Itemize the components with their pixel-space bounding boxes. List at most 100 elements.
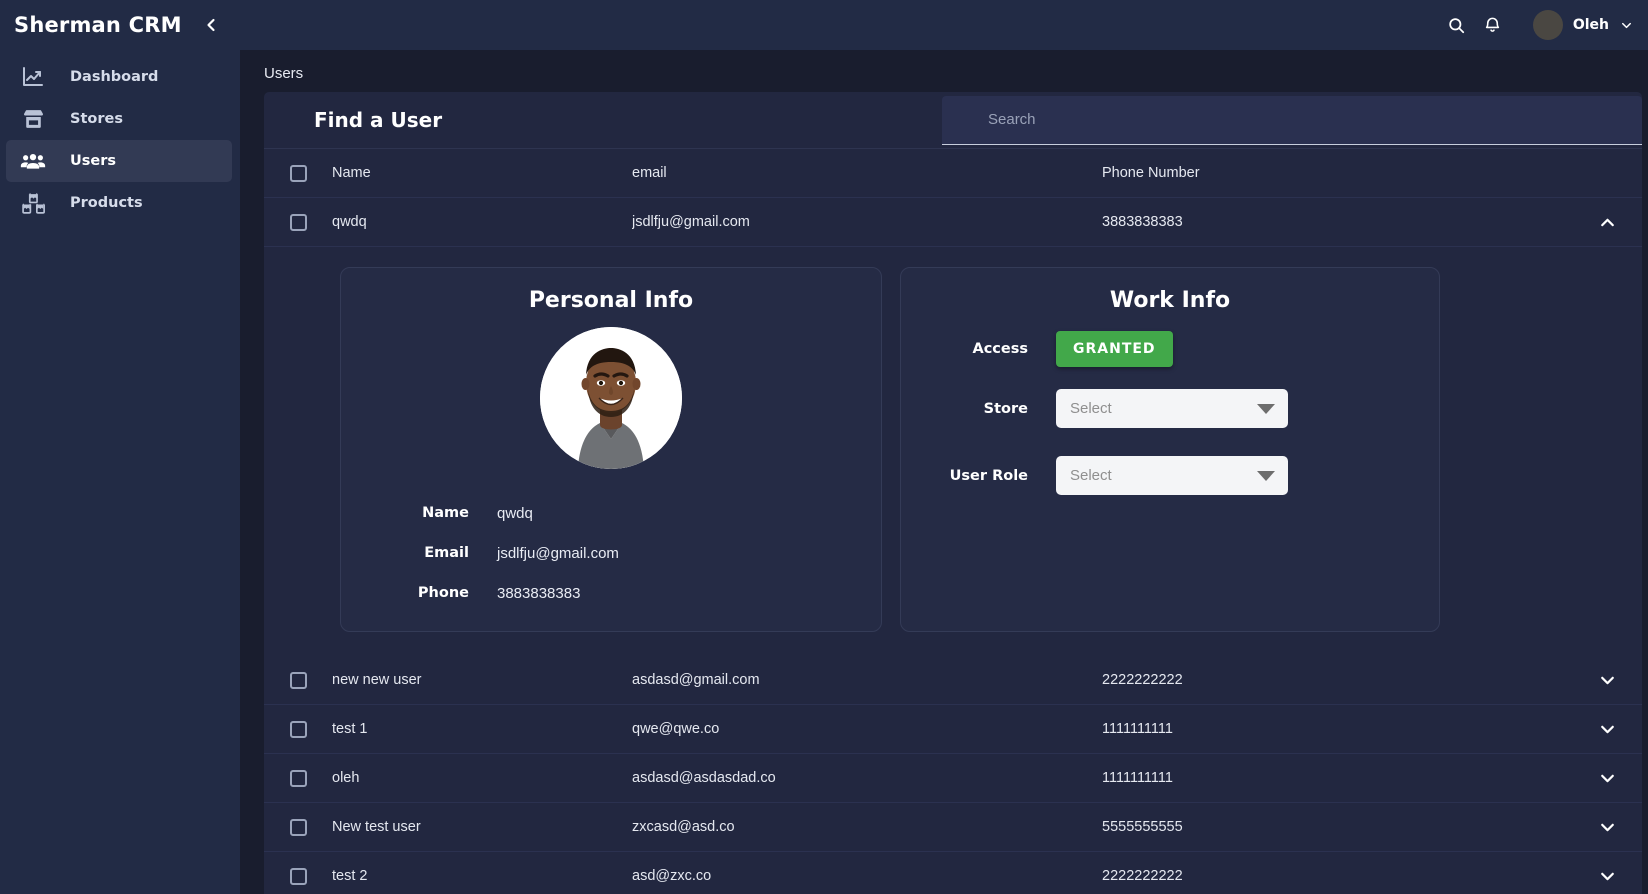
card-header: Find a User <box>264 92 1642 149</box>
user-photo-image <box>540 327 682 469</box>
store-label: Store <box>983 400 1028 417</box>
page-content: Users Find a User Name email Phone Numbe… <box>240 50 1648 894</box>
chevron-left-icon <box>207 18 215 32</box>
row-checkbox[interactable] <box>290 671 307 689</box>
sidebar-item-label: Dashboard <box>70 69 159 85</box>
user-photo <box>540 327 682 469</box>
sidebar-item-dashboard[interactable]: Dashboard <box>6 56 232 98</box>
topbar: Oleh <box>240 0 1648 50</box>
sidebar: Sherman CRM Dashboard Stores Users Produ… <box>0 0 240 894</box>
info-value: 3883838383 <box>497 584 581 602</box>
row-checkbox[interactable] <box>290 213 307 231</box>
access-label: Access <box>972 341 1028 357</box>
table-row[interactable]: new new user asdasd@gmail.com 2222222222 <box>264 656 1642 705</box>
cell-name: test 2 <box>332 868 368 884</box>
users-card: Find a User Name email Phone Number qwdq <box>264 92 1642 894</box>
row-checkbox[interactable] <box>290 720 307 738</box>
sidebar-collapse-button[interactable] <box>198 12 224 38</box>
work-row-access: Access GRANTED <box>901 331 1439 367</box>
chevron-down-icon <box>1257 403 1275 414</box>
cell-email: jsdlfju@gmail.com <box>632 214 750 230</box>
cell-name: new new user <box>332 672 422 688</box>
cell-name: test 1 <box>332 721 368 737</box>
info-value: jsdlfju@gmail.com <box>497 544 619 562</box>
cell-phone: 2222222222 <box>1102 868 1183 884</box>
boxes-icon <box>16 191 50 216</box>
main-area: Oleh Users Find a User Name <box>240 0 1648 894</box>
sidebar-item-label: Stores <box>70 111 123 127</box>
row-checkbox[interactable] <box>290 867 307 885</box>
info-row-name: Name qwdq <box>377 493 881 533</box>
cell-phone: 3883838383 <box>1102 214 1183 230</box>
access-status-badge[interactable]: GRANTED <box>1056 331 1173 367</box>
table-row[interactable]: test 2 asd@zxc.co 2222222222 <box>264 852 1642 894</box>
search-icon[interactable] <box>1439 7 1475 43</box>
table-row[interactable]: test 1 qwe@qwe.co 1111111111 <box>264 705 1642 754</box>
info-label: Phone <box>417 585 469 601</box>
bell-icon[interactable] <box>1475 7 1511 43</box>
cell-email: asd@zxc.co <box>632 868 712 884</box>
chevron-down-icon[interactable] <box>1596 718 1618 740</box>
avatar <box>1532 10 1563 40</box>
cell-name: oleh <box>332 770 360 786</box>
app-root: Sherman CRM Dashboard Stores Users Produ… <box>0 0 1648 894</box>
user-detail-panel: Personal Info Name qwdq Email jsdlfju@gm… <box>264 247 1642 656</box>
cell-email: qwe@qwe.co <box>632 721 720 737</box>
chevron-down-icon[interactable] <box>1596 767 1618 789</box>
sidebar-nav: Dashboard Stores Users Products <box>0 56 240 224</box>
store-select[interactable]: Select <box>1056 389 1288 428</box>
breadcrumb: Users <box>264 65 304 82</box>
personal-info-fields: Name qwdq Email jsdlfju@gmail.com Phone … <box>341 493 881 613</box>
cell-name: qwdq <box>332 214 367 230</box>
work-info-title: Work Info <box>1109 288 1231 313</box>
sidebar-header: Sherman CRM <box>0 0 240 50</box>
chevron-up-icon[interactable] <box>1596 211 1618 233</box>
info-value: qwdq <box>497 504 533 522</box>
user-role-select[interactable]: Select <box>1056 456 1288 495</box>
personal-info-panel: Personal Info Name qwdq Email jsdlfju@gm… <box>340 267 882 632</box>
chevron-down-icon <box>1257 470 1275 481</box>
cell-email: asdasd@asdasdad.co <box>632 770 776 786</box>
table-row[interactable]: New test user zxcasd@asd.co 5555555555 <box>264 803 1642 852</box>
cell-email: zxcasd@asd.co <box>632 819 735 835</box>
store-select-value: Select <box>1070 400 1112 417</box>
cell-phone: 1111111111 <box>1102 721 1173 737</box>
work-info-panel: Work Info Access GRANTED Store Select Us… <box>900 267 1440 632</box>
search-container <box>442 95 1642 145</box>
cell-email: asdasd@gmail.com <box>632 672 760 688</box>
users-icon <box>16 148 50 174</box>
cell-phone: 1111111111 <box>1102 770 1173 786</box>
chevron-down-icon[interactable] <box>1596 865 1618 887</box>
cell-name: New test user <box>332 819 421 835</box>
sidebar-item-products[interactable]: Products <box>6 182 232 224</box>
store-icon <box>16 107 50 132</box>
chevron-down-icon[interactable] <box>1596 816 1618 838</box>
info-label: Email <box>424 545 469 561</box>
sidebar-item-label: Products <box>70 195 143 211</box>
info-label: Name <box>422 505 469 521</box>
column-header-phone: Phone Number <box>1102 165 1200 181</box>
search-input[interactable] <box>942 95 1642 145</box>
user-menu[interactable]: Oleh <box>1532 10 1634 40</box>
sidebar-item-stores[interactable]: Stores <box>6 98 232 140</box>
cell-phone: 5555555555 <box>1102 819 1183 835</box>
chevron-down-icon[interactable] <box>1596 669 1618 691</box>
table-header-row: Name email Phone Number <box>264 149 1642 198</box>
app-brand: Sherman CRM <box>14 13 182 37</box>
info-row-email: Email jsdlfju@gmail.com <box>377 533 881 573</box>
row-checkbox[interactable] <box>290 769 307 787</box>
user-role-label: User Role <box>949 467 1028 484</box>
select-all-checkbox[interactable] <box>290 164 307 182</box>
column-header-name: Name <box>332 165 371 181</box>
page-title: Find a User <box>314 108 443 132</box>
work-row-role: User Role Select <box>901 456 1439 495</box>
chart-line-icon <box>16 65 50 89</box>
personal-info-title: Personal Info <box>528 288 694 313</box>
row-checkbox[interactable] <box>290 818 307 836</box>
chevron-down-icon <box>1619 18 1634 33</box>
sidebar-item-users[interactable]: Users <box>6 140 232 182</box>
table-row[interactable]: qwdq jsdlfju@gmail.com 3883838383 <box>264 198 1642 247</box>
work-row-store: Store Select <box>901 389 1439 428</box>
table-row[interactable]: oleh asdasd@asdasdad.co 1111111111 <box>264 754 1642 803</box>
cell-phone: 2222222222 <box>1102 672 1183 688</box>
